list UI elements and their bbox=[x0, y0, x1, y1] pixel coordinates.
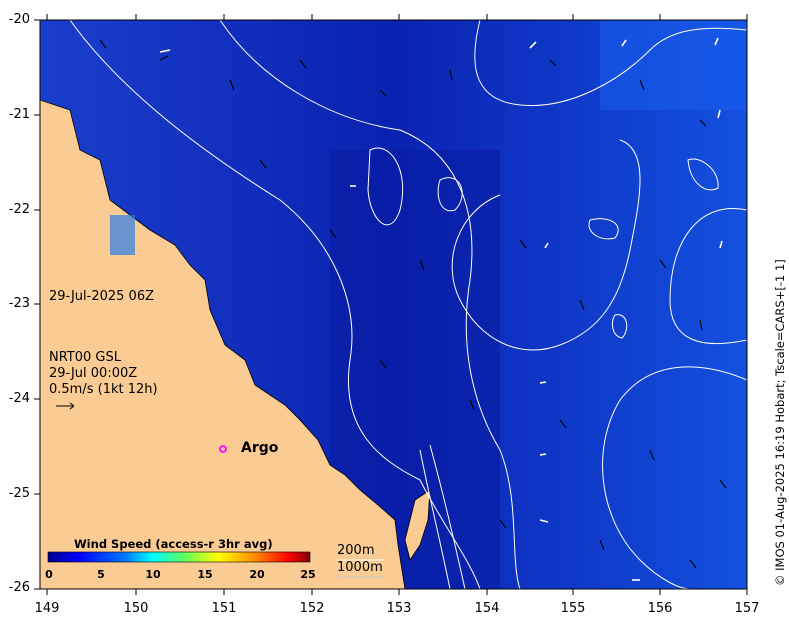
product-time: 29-Jul 00:00Z bbox=[49, 366, 138, 381]
x-tick-label: 155 bbox=[560, 601, 586, 616]
x-tick-label: 157 bbox=[734, 601, 760, 616]
colorbar-title: Wind Speed (access-r 3hr avg) bbox=[74, 537, 273, 551]
x-tick-label: 152 bbox=[299, 601, 325, 616]
y-tick-label: -22 bbox=[8, 202, 30, 217]
y-tick-label: -25 bbox=[8, 486, 30, 501]
colorbar bbox=[47, 551, 311, 563]
y-tick-label: -20 bbox=[8, 12, 30, 27]
isobath-200m-label: 200m bbox=[337, 543, 375, 558]
imos-credit: © IMOS 01-Aug-2025 16:19 Hobart; Tscale=… bbox=[773, 259, 787, 586]
colorbar-tick: 5 bbox=[97, 568, 105, 581]
isobath-1000m-label: 1000m bbox=[337, 560, 383, 575]
product-name: NRT00 GSL bbox=[49, 350, 121, 365]
wind-speed-map bbox=[34, 14, 748, 595]
x-tick-label: 151 bbox=[211, 601, 237, 616]
x-tick-label: 150 bbox=[123, 601, 149, 616]
y-tick-label: -24 bbox=[8, 391, 30, 406]
x-tick-label: 156 bbox=[647, 601, 673, 616]
colorbar-tick: 15 bbox=[197, 568, 213, 581]
colorbar-tick: 20 bbox=[249, 568, 265, 581]
colorbar-tick: 25 bbox=[300, 568, 316, 581]
argo-label: Argo bbox=[241, 440, 279, 456]
y-tick-label: -23 bbox=[8, 296, 30, 311]
colorbar-tick: 10 bbox=[145, 568, 161, 581]
colorbar-tick: 0 bbox=[45, 568, 53, 581]
ocean-light-ne bbox=[600, 20, 747, 110]
x-tick-label: 154 bbox=[474, 601, 500, 616]
x-tick-label: 149 bbox=[34, 601, 60, 616]
vector-scale-text: 0.5m/s (1kt 12h) bbox=[49, 382, 158, 397]
y-tick-label: -21 bbox=[8, 107, 30, 122]
y-tick-label: -26 bbox=[8, 580, 30, 595]
coastal-water bbox=[110, 215, 135, 255]
map-datetime: 29-Jul-2025 06Z bbox=[49, 289, 154, 304]
x-tick-label: 153 bbox=[386, 601, 412, 616]
